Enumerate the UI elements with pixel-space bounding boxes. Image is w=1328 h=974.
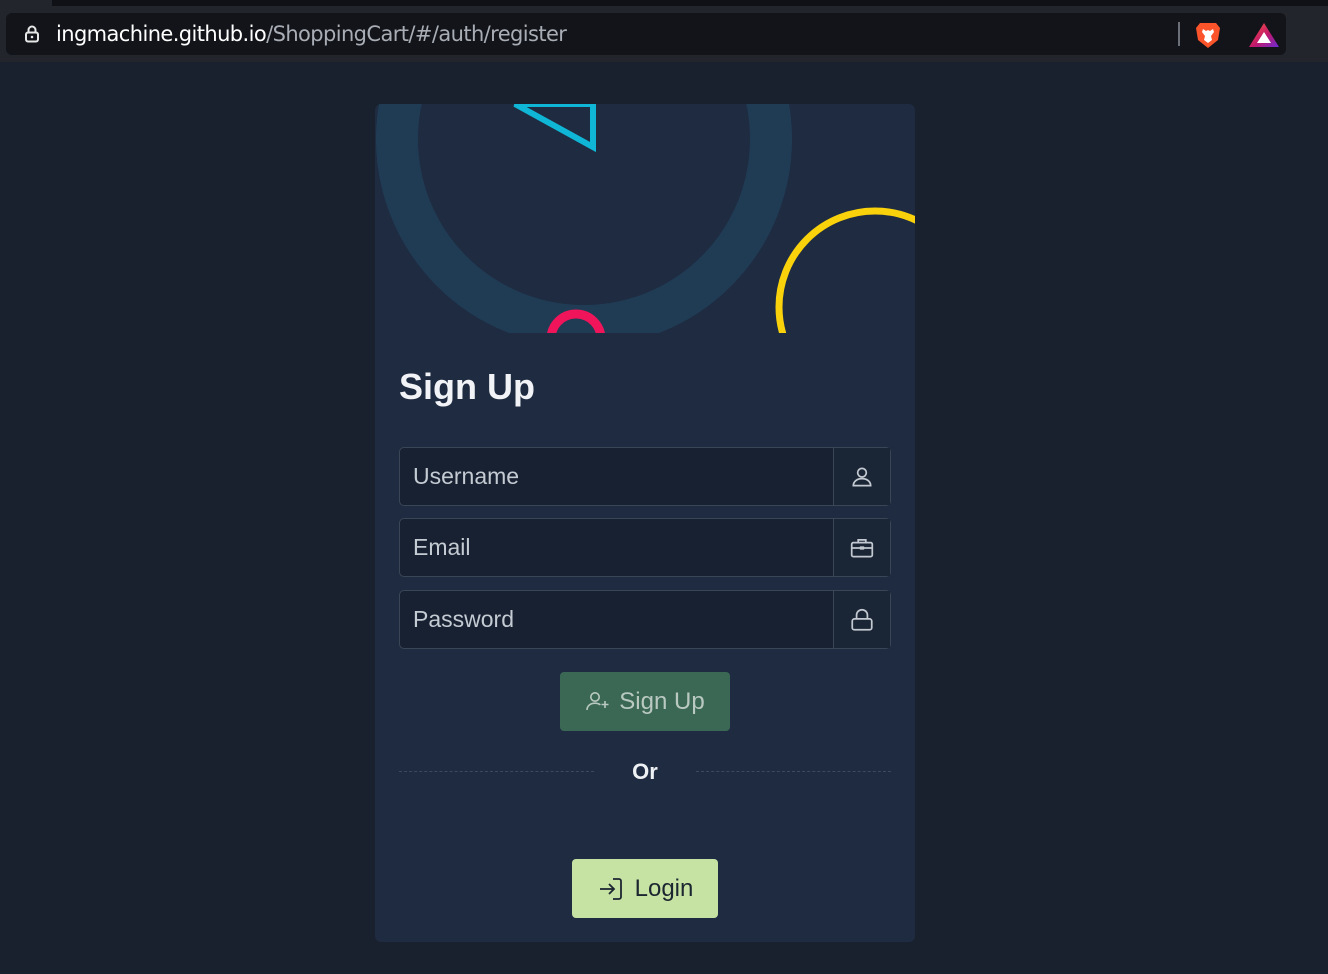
address-bar[interactable]: ingmachine.github.io/ShoppingCart/#/auth…: [6, 13, 1286, 55]
user-plus-icon: [586, 691, 609, 710]
sign-in-icon: [599, 877, 622, 900]
or-text: Or: [632, 759, 658, 784]
username-addon: [833, 448, 890, 505]
signup-card: Sign Up Username Email Sign Up Or Login: [375, 104, 915, 942]
url-domain: ingmachine.github.io: [56, 22, 267, 46]
login-button[interactable]: Login: [572, 859, 718, 918]
address-bar-divider: [1178, 22, 1180, 46]
signup-button[interactable]: Sign Up: [560, 672, 730, 731]
signup-button-label: Sign Up: [619, 687, 705, 715]
browser-toolbar: ingmachine.github.io/ShoppingCart/#/auth…: [0, 0, 1328, 62]
brave-shield-icon[interactable]: [1194, 20, 1222, 50]
url-path: /ShoppingCart/#/auth/register: [266, 22, 567, 46]
lock-icon[interactable]: [22, 24, 42, 44]
large-ring-shape: [376, 104, 792, 333]
yellow-ring-shape: [775, 207, 915, 333]
decorative-shapes: [376, 104, 915, 333]
url-text[interactable]: ingmachine.github.io/ShoppingCart/#/auth…: [56, 22, 567, 46]
email-field[interactable]: [399, 518, 891, 577]
password-addon: [833, 591, 890, 648]
or-divider: Or: [399, 759, 891, 784]
user-icon: [852, 466, 872, 487]
tab-strip: [52, 0, 1328, 6]
brave-rewards-icon[interactable]: [1248, 22, 1280, 48]
login-button-label: Login: [634, 874, 694, 902]
cyan-triangle-shape: [513, 104, 596, 153]
lock-icon: [851, 608, 873, 631]
password-input[interactable]: [400, 591, 833, 648]
email-addon: [833, 519, 890, 576]
email-input[interactable]: [400, 519, 833, 576]
password-field[interactable]: [399, 590, 891, 649]
divider-line-right: [696, 771, 891, 772]
page-title: Sign Up: [399, 366, 535, 407]
username-input[interactable]: [400, 448, 833, 505]
username-field[interactable]: [399, 447, 891, 506]
briefcase-icon: [850, 538, 874, 558]
